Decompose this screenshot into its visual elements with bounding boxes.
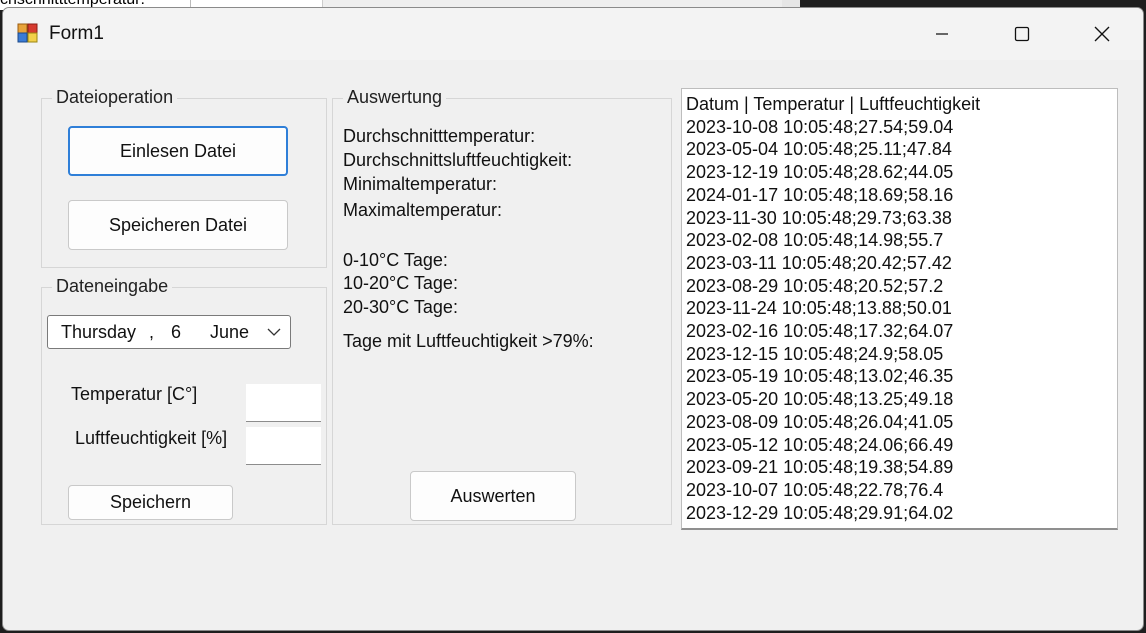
list-item[interactable]: 2023-02-08 10:05:48;14.98;55.7 — [686, 229, 1117, 252]
list-item[interactable]: 2023-05-19 10:05:48;13.02;46.35 — [686, 365, 1117, 388]
dateneingabe-legend: Dateneingabe — [52, 276, 173, 297]
days-0-10-label: 0-10°C Tage: — [343, 250, 448, 270]
save-file-button[interactable]: Speicheren Datei — [68, 200, 288, 250]
humidity-input[interactable] — [246, 427, 321, 465]
list-item[interactable]: 2023-05-12 10:05:48;24.06;66.49 — [686, 434, 1117, 457]
maximize-icon — [1014, 26, 1030, 42]
days-10-20-label: 10-20°C Tage: — [343, 273, 458, 293]
days-20-30-label: 20-30°C Tage: — [343, 297, 458, 317]
save-entry-button[interactable]: Speichern — [68, 485, 233, 520]
window-title: Form1 — [49, 23, 104, 44]
date-separator: , — [149, 322, 155, 342]
dateioperation-legend: Dateioperation — [52, 87, 178, 108]
max-temperature-label: Maximaltemperatur: — [343, 200, 503, 220]
list-item[interactable]: 2023-12-29 10:05:48;29.91;64.02 — [686, 502, 1117, 525]
list-item[interactable]: 2023-11-24 10:05:48;13.88;50.01 — [686, 297, 1117, 320]
min-temperature-label: Minimaltemperatur: — [343, 174, 498, 194]
avg-humidity-label: Durchschnittsluftfeuchtigkeit: — [343, 150, 573, 170]
days-humidity-label: Tage mit Luftfeuchtigkeit >79%: — [343, 331, 594, 351]
date-month[interactable]: June — [210, 322, 249, 343]
list-item[interactable]: 2023-11-30 10:05:48;29.73;63.38 — [686, 207, 1117, 230]
list-item[interactable]: 2023-12-15 10:05:48;24.9;58.05 — [686, 343, 1117, 366]
title-bar[interactable]: Form1 — [3, 8, 1143, 60]
list-item[interactable]: 2023-09-21 10:05:48;19.38;54.89 — [686, 456, 1117, 479]
date-picker[interactable]: Thursday , 6 June — [47, 315, 291, 349]
close-icon — [1094, 26, 1110, 42]
listbox-header-row[interactable]: Datum | Temperatur | Luftfeuchtigkeit — [686, 93, 1117, 116]
list-item[interactable]: 2023-10-08 10:05:48;27.54;59.04 — [686, 116, 1117, 139]
list-item[interactable]: 2023-05-04 10:05:48;25.11;47.84 — [686, 138, 1117, 161]
data-listbox[interactable]: Datum | Temperatur | Luftfeuchtigkeit 202… — [681, 88, 1118, 530]
list-item[interactable]: 2023-12-19 10:05:48;28.62;44.05 — [686, 161, 1117, 184]
date-day[interactable]: 6 — [171, 322, 181, 343]
evaluate-button[interactable]: Auswerten — [410, 471, 576, 521]
list-item[interactable]: 2023-10-07 10:05:48;22.78;76.4 — [686, 479, 1117, 502]
maximize-button[interactable] — [982, 8, 1062, 60]
list-item[interactable]: 2023-05-20 10:05:48;13.25;49.18 — [686, 388, 1117, 411]
chevron-down-icon[interactable] — [267, 326, 281, 338]
auswertung-legend: Auswertung — [343, 87, 447, 108]
temperature-input[interactable] — [246, 384, 321, 422]
form1-window: Form1 Dateioperation Einlesen Datei Spei… — [2, 7, 1144, 631]
avg-temperature-label: Durchschnitttemperatur: — [343, 126, 536, 146]
list-item[interactable]: 2023-08-09 10:05:48;26.04;41.05 — [686, 411, 1117, 434]
humidity-label: Luftfeuchtigkeit [%] — [75, 428, 228, 448]
minimize-icon — [936, 33, 948, 35]
list-item[interactable]: 2024-01-17 10:05:48;18.69;58.16 — [686, 184, 1117, 207]
date-weekday[interactable]: Thursday — [61, 322, 136, 343]
list-item[interactable]: 2023-03-11 10:05:48;20.42;57.42 — [686, 252, 1117, 275]
list-item[interactable]: 2023-02-16 10:05:48;17.32;64.07 — [686, 320, 1117, 343]
winforms-app-icon — [17, 23, 38, 43]
list-item[interactable]: 2023-08-29 10:05:48;20.52;57.2 — [686, 275, 1117, 298]
temperature-label: Temperatur [C°] — [71, 384, 198, 404]
close-button[interactable] — [1062, 8, 1142, 60]
minimize-button[interactable] — [902, 8, 982, 60]
load-file-button[interactable]: Einlesen Datei — [68, 126, 288, 176]
